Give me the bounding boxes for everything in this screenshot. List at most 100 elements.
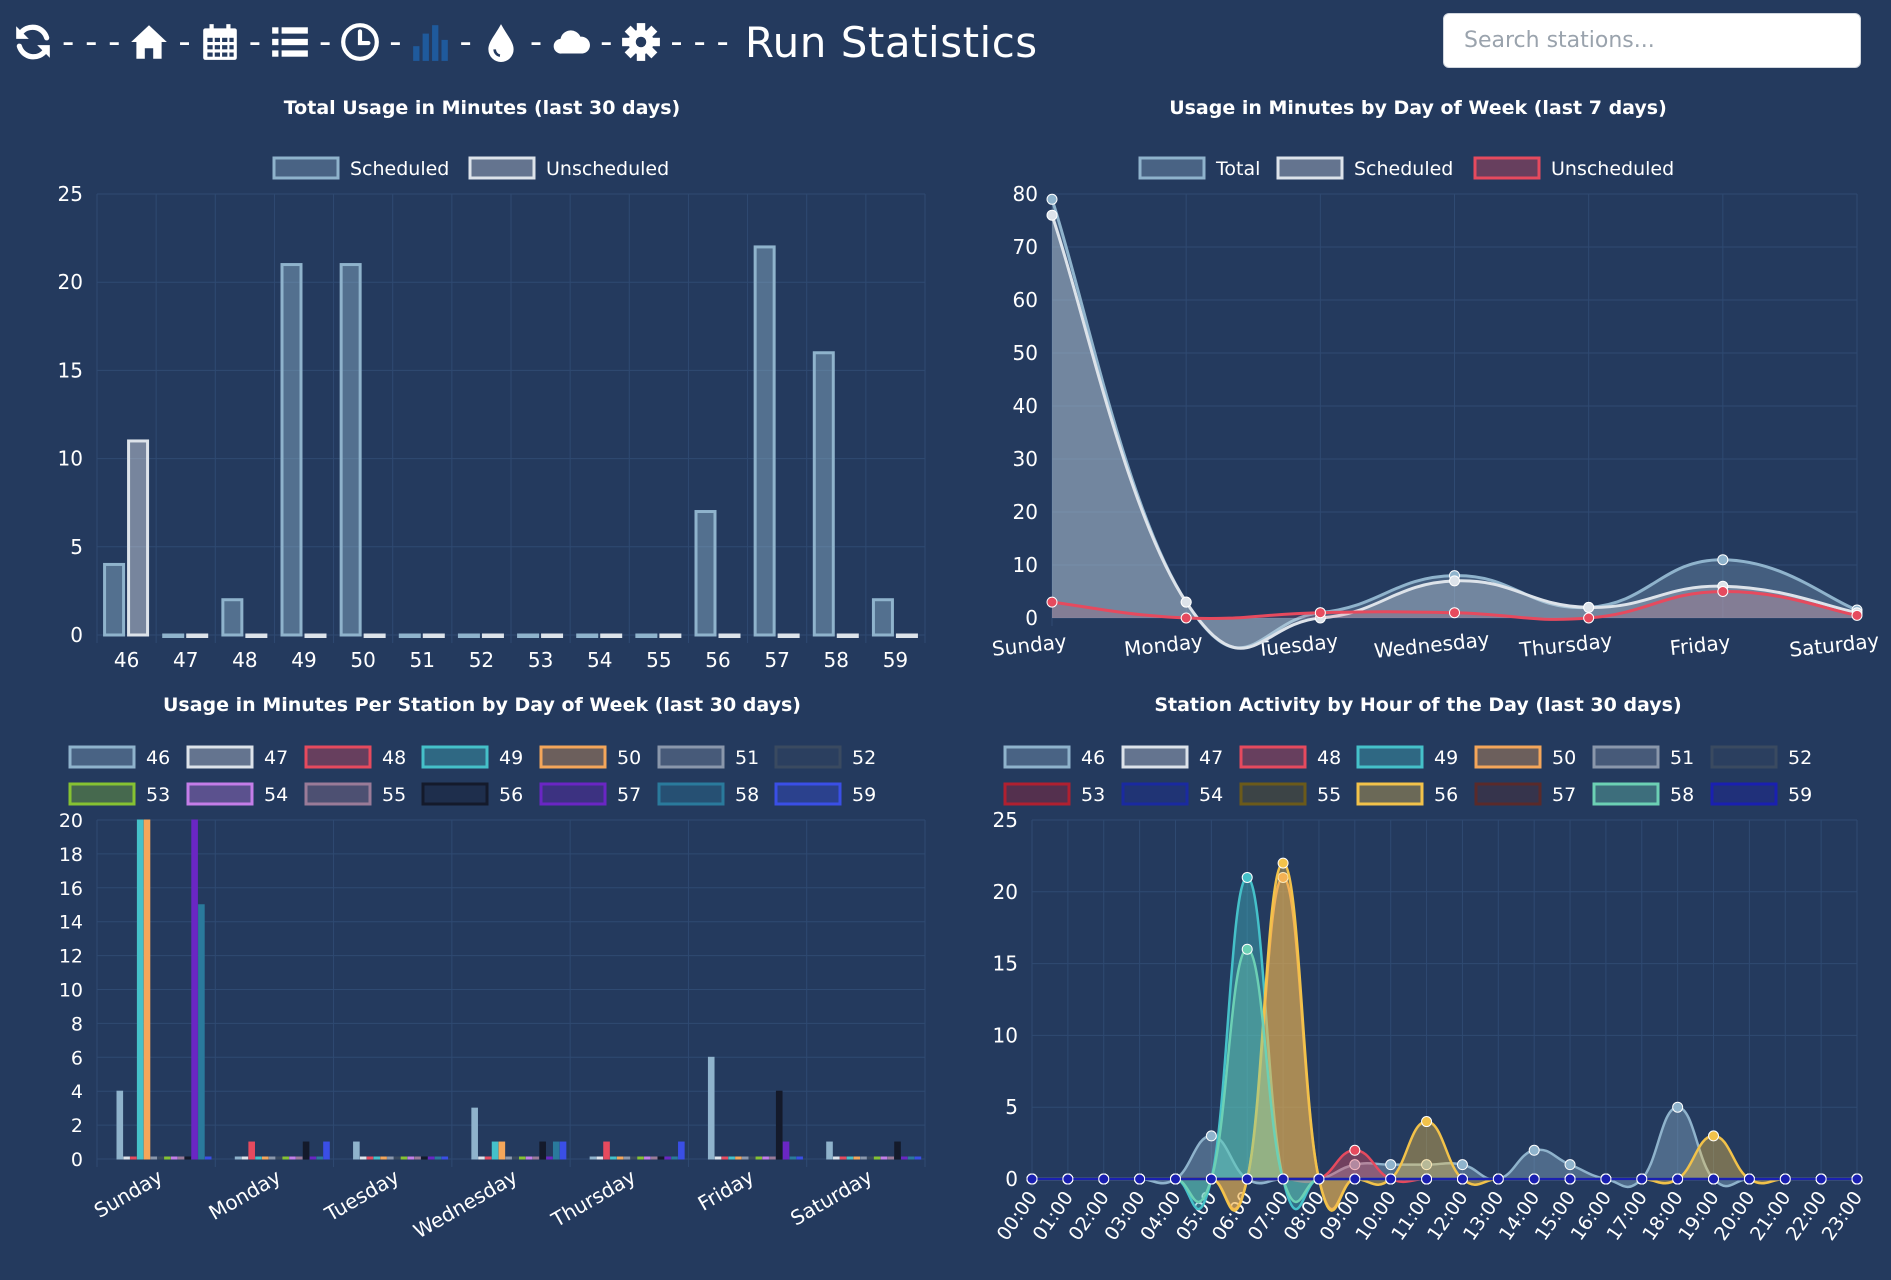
x-tick-label: Saturday xyxy=(1788,628,1880,661)
bar xyxy=(721,1156,729,1160)
y-tick-label: 10 xyxy=(993,1023,1018,1047)
bar xyxy=(659,633,682,638)
x-tick-label: Tuesday xyxy=(320,1164,403,1226)
refresh-icon[interactable] xyxy=(10,19,56,65)
y-tick-label: 14 xyxy=(59,912,83,934)
x-tick-label: 54 xyxy=(587,648,612,672)
legend-label: 49 xyxy=(499,747,523,769)
legend-swatch xyxy=(186,745,254,769)
data-point xyxy=(1851,609,1863,621)
bar xyxy=(517,633,540,638)
cloud-icon[interactable] xyxy=(548,19,594,65)
bar xyxy=(650,1156,658,1160)
bar xyxy=(221,598,244,637)
y-tick-label: 20 xyxy=(59,810,83,832)
bar xyxy=(541,633,564,638)
x-tick-label: 51 xyxy=(410,648,435,672)
bar xyxy=(373,1156,381,1160)
bar xyxy=(116,1090,124,1160)
legend-swatch xyxy=(1003,745,1071,769)
hourly-activity-chart: Station Activity by Hour of the Day (las… xyxy=(993,694,1868,1245)
bar xyxy=(846,1156,854,1160)
bar xyxy=(248,1141,255,1160)
legend-label: 58 xyxy=(735,784,759,806)
y-tick-label: 40 xyxy=(1013,394,1038,418)
x-tick-label: 55 xyxy=(646,648,671,672)
bar xyxy=(762,1156,769,1160)
data-point xyxy=(1456,1159,1468,1171)
bar xyxy=(826,1141,833,1160)
data-point xyxy=(1717,554,1729,566)
bar xyxy=(130,1156,137,1160)
x-tick-label: 50 xyxy=(350,648,375,672)
bar xyxy=(323,1141,330,1160)
legend-swatch xyxy=(1276,156,1344,180)
data-point xyxy=(1314,607,1326,619)
bar xyxy=(471,1107,478,1160)
data-point xyxy=(1449,607,1460,619)
data-point xyxy=(1046,596,1058,608)
search-input[interactable] xyxy=(1443,13,1861,68)
bar xyxy=(191,819,198,1160)
data-point xyxy=(1241,943,1253,955)
x-tick-label: Wednesday xyxy=(409,1164,521,1243)
bar xyxy=(914,1156,922,1160)
x-tick-label: Sunday xyxy=(991,629,1068,661)
y-tick-label: 0 xyxy=(71,1149,83,1171)
legend-label: 57 xyxy=(617,784,641,806)
bar xyxy=(434,1156,442,1160)
data-point xyxy=(1098,1173,1110,1185)
calendar-icon[interactable] xyxy=(197,19,243,65)
bar xyxy=(123,1156,130,1160)
legend-label: 46 xyxy=(146,747,170,769)
bar xyxy=(753,245,776,637)
bar xyxy=(407,1156,415,1160)
legend-swatch xyxy=(1710,745,1778,769)
nav-separator: - xyxy=(178,22,191,62)
legend-swatch xyxy=(68,782,136,806)
data-point xyxy=(1421,1116,1433,1128)
bar xyxy=(616,1156,624,1160)
bar xyxy=(880,1156,888,1160)
y-tick-label: 5 xyxy=(1005,1095,1018,1119)
bar xyxy=(204,1156,212,1160)
bar xyxy=(635,633,658,638)
legend-swatch xyxy=(774,782,842,806)
bar xyxy=(393,1156,401,1160)
y-tick-label: 8 xyxy=(71,1013,83,1035)
gear-icon[interactable] xyxy=(618,19,664,65)
data-point xyxy=(1349,1173,1361,1185)
data-point xyxy=(1779,1173,1791,1185)
bar xyxy=(280,263,303,637)
x-tick-label: 53 xyxy=(528,648,553,672)
data-point xyxy=(1528,1173,1540,1185)
bar xyxy=(295,1156,303,1160)
bar xyxy=(552,1141,560,1160)
water-drop-icon[interactable] xyxy=(478,19,524,65)
bar xyxy=(177,1156,185,1160)
page-title: Run Statistics xyxy=(744,17,1038,67)
data-point xyxy=(1169,1173,1181,1185)
data-point xyxy=(1449,575,1460,587)
x-tick-label: 52 xyxy=(469,648,494,672)
bar xyxy=(241,1156,249,1160)
list-icon[interactable] xyxy=(267,19,313,65)
bar xyxy=(589,1156,597,1160)
bar xyxy=(623,1156,631,1160)
data-point xyxy=(1277,857,1289,869)
bar xyxy=(839,1156,847,1160)
y-tick-label: 12 xyxy=(59,946,83,968)
data-point xyxy=(1046,193,1058,205)
legend-label: Unscheduled xyxy=(546,158,669,180)
home-icon[interactable] xyxy=(126,19,172,65)
bar xyxy=(275,1156,283,1160)
bar xyxy=(289,1156,296,1160)
y-tick-label: 16 xyxy=(59,878,83,900)
legend-swatch xyxy=(1474,745,1542,769)
clock-icon[interactable] xyxy=(337,19,383,65)
legend-label: 53 xyxy=(146,784,170,806)
nav-separator: - xyxy=(248,22,261,62)
legend-swatch xyxy=(1710,782,1778,806)
bar-chart-icon[interactable] xyxy=(408,19,454,65)
legend-swatch xyxy=(272,156,340,180)
